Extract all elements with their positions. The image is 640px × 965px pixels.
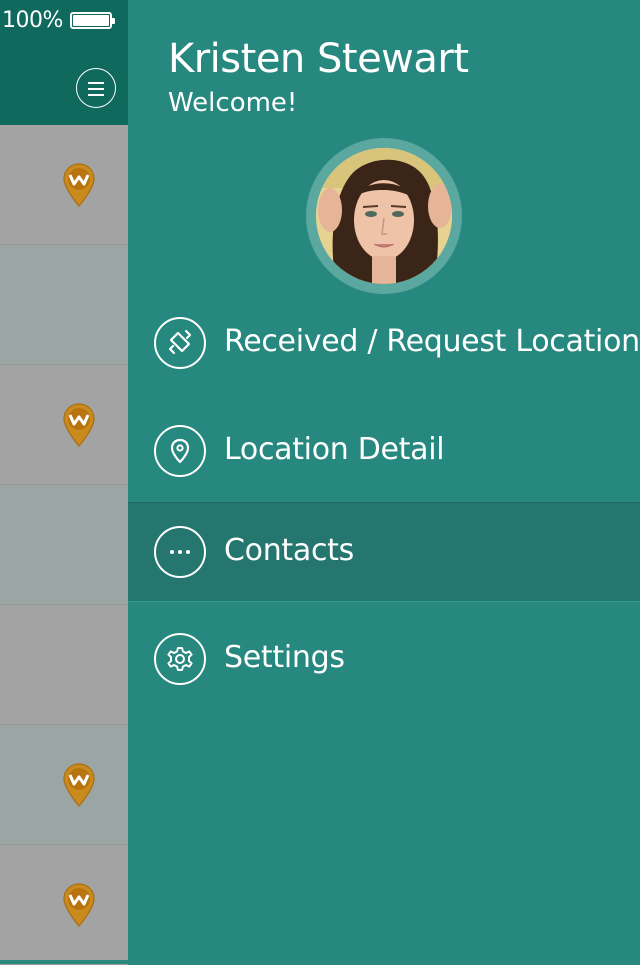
menu-item-label: Settings xyxy=(224,640,345,675)
map-pin-logo-icon xyxy=(63,763,95,807)
menu-item-label: Contacts xyxy=(224,533,354,568)
menu-item-label: Received / Request Location xyxy=(224,324,640,359)
welcome-message: Welcome! xyxy=(168,88,298,118)
map-pin-logo-icon xyxy=(63,883,95,927)
navigation-drawer: Kristen Stewart Welcome! Received / Requ… xyxy=(128,0,640,960)
list-item[interactable] xyxy=(0,605,128,725)
list-item[interactable] xyxy=(0,365,128,485)
map-pin-icon xyxy=(154,425,206,477)
list-item[interactable] xyxy=(0,725,128,845)
avatar[interactable] xyxy=(306,138,462,294)
avatar-photo xyxy=(316,148,452,284)
user-name: Kristen Stewart xyxy=(168,36,469,82)
hamburger-menu-button[interactable] xyxy=(76,68,116,108)
list-item[interactable] xyxy=(0,485,128,605)
list-item[interactable] xyxy=(0,125,128,245)
menu-item-received-request-location[interactable]: Received / Request Location xyxy=(128,294,640,394)
list-item[interactable] xyxy=(0,845,128,965)
gear-icon xyxy=(154,633,206,685)
battery-percentage: 100% xyxy=(2,8,63,33)
map-pin-logo-icon xyxy=(63,403,95,447)
background-header: 100% xyxy=(0,0,128,125)
menu-item-settings[interactable]: Settings xyxy=(128,610,640,710)
list-item[interactable] xyxy=(0,245,128,365)
more-dots-icon xyxy=(154,526,206,578)
menu-item-contacts[interactable]: Contacts xyxy=(128,502,640,602)
map-pin-logo-icon xyxy=(63,163,95,207)
battery-icon xyxy=(70,12,115,29)
location-exchange-icon xyxy=(154,317,206,369)
menu-item-label: Location Detail xyxy=(224,432,445,467)
background-list-panel: 100% xyxy=(0,0,128,965)
menu-item-location-detail[interactable]: Location Detail xyxy=(128,402,640,502)
